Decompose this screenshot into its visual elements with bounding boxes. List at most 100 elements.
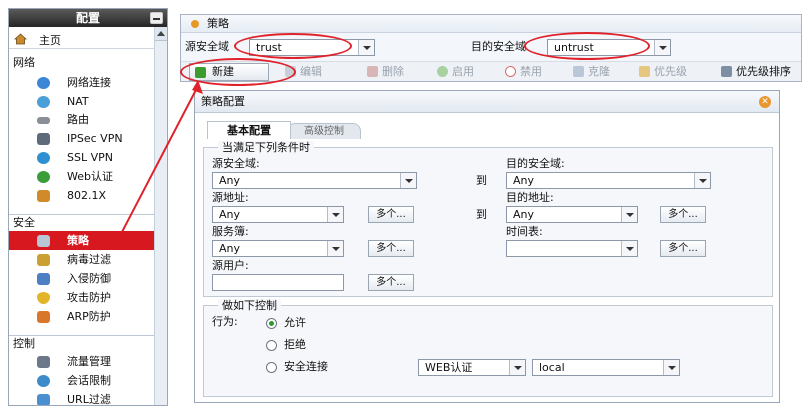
- arp-icon: [37, 311, 50, 323]
- dst-addr-label: 目的地址:: [506, 191, 554, 204]
- collapse-icon[interactable]: [150, 12, 163, 24]
- dst-zone-label: 目的安全域:: [506, 157, 565, 170]
- disable-button[interactable]: 禁用: [505, 64, 555, 80]
- globe-icon: [37, 77, 50, 89]
- chevron-down-icon[interactable]: [327, 207, 343, 222]
- session-icon: [37, 375, 50, 387]
- auth-server-select[interactable]: local: [532, 359, 680, 376]
- sidebar-item-label: 入侵防御: [67, 272, 111, 285]
- disable-icon: [505, 66, 516, 77]
- to-label: 到: [476, 174, 487, 187]
- sidebar-item-arp-defense[interactable]: ARP防护: [9, 307, 154, 326]
- conditions-group: 当满足下列条件时 源安全域: Any 到 目的安全域: Any 源地址: Any…: [203, 141, 773, 297]
- dot1x-icon: [37, 190, 50, 202]
- chevron-down-icon[interactable]: [654, 40, 670, 55]
- chevron-down-icon[interactable]: [621, 241, 637, 256]
- src-addr-select[interactable]: Any: [212, 206, 344, 223]
- schedule-label: 时间表:: [506, 225, 543, 238]
- dst-addr-more-button[interactable]: 多个...: [660, 206, 706, 223]
- sidebar-item-url-filter[interactable]: URL过滤: [9, 390, 154, 406]
- traffic-icon: [37, 356, 50, 368]
- section-network: 网络: [13, 56, 35, 69]
- vpn-icon: [37, 133, 50, 145]
- service-select[interactable]: Any: [212, 240, 344, 257]
- sidebar-item-session-limit[interactable]: 会话限制: [9, 371, 154, 390]
- panel-title: 策略: [181, 15, 801, 33]
- sidebar-item-label: NAT: [67, 95, 89, 108]
- src-user-more-button[interactable]: 多个...: [368, 274, 414, 291]
- src-addr-more-button[interactable]: 多个...: [368, 206, 414, 223]
- scroll-up-icon[interactable]: [155, 27, 167, 41]
- deny-label: 拒绝: [284, 338, 306, 351]
- sidebar-title: 配置: [9, 9, 167, 27]
- src-user-field[interactable]: [212, 274, 344, 291]
- chevron-down-icon[interactable]: [400, 173, 416, 188]
- sidebar-item-routing[interactable]: 路由: [9, 110, 154, 129]
- chevron-down-icon[interactable]: [358, 40, 374, 55]
- sidebar-item-label: 策略: [67, 234, 89, 247]
- src-zone-select[interactable]: Any: [212, 172, 417, 189]
- sidebar-item-policy[interactable]: 策略: [9, 231, 154, 250]
- sidebar-item-label: 网络连接: [67, 76, 111, 89]
- enable-button[interactable]: 启用: [437, 64, 487, 80]
- trash-icon: [367, 66, 378, 77]
- sidebar-item-label: 流量管理: [67, 355, 111, 368]
- sidebar-item-label: 路由: [67, 113, 89, 126]
- highlight-src-zone: [234, 33, 352, 59]
- sidebar-item-ipsec-vpn[interactable]: IPSec VPN: [9, 129, 154, 148]
- permit-radio[interactable]: [266, 318, 277, 329]
- sidebar-item-label: 主页: [39, 34, 61, 47]
- dialog-title: 策略配置: [195, 91, 779, 113]
- sidebar-item-label: Web认证: [67, 170, 113, 183]
- chevron-down-icon[interactable]: [663, 360, 679, 375]
- sidebar-item-web-auth[interactable]: Web认证: [9, 167, 154, 186]
- chevron-down-icon[interactable]: [621, 207, 637, 222]
- actions-legend: 做如下控制: [218, 299, 281, 312]
- chevron-down-icon[interactable]: [694, 173, 710, 188]
- to-label: 到: [476, 208, 487, 221]
- dot-icon: [191, 20, 199, 28]
- delete-button[interactable]: 删除: [367, 64, 417, 80]
- deny-radio[interactable]: [266, 340, 277, 351]
- priority-sort-button[interactable]: 优先级排序: [721, 64, 801, 80]
- sidebar-item-traffic[interactable]: 流量管理: [9, 352, 154, 371]
- dst-zone-select[interactable]: Any: [506, 172, 711, 189]
- sidebar-item-ssl-vpn[interactable]: SSL VPN: [9, 148, 154, 167]
- tab-basic[interactable]: 基本配置: [207, 121, 291, 139]
- service-more-button[interactable]: 多个...: [368, 240, 414, 257]
- src-zone-label: 源安全域:: [212, 157, 260, 170]
- tab-advanced[interactable]: 高级控制: [287, 123, 361, 139]
- sidebar-scrollbar[interactable]: [154, 27, 167, 405]
- src-addr-label: 源地址:: [212, 191, 249, 204]
- schedule-more-button[interactable]: 多个...: [660, 240, 706, 257]
- sidebar-item-nat[interactable]: NAT: [9, 92, 154, 111]
- dst-addr-select[interactable]: Any: [506, 206, 638, 223]
- ips-icon: [37, 273, 50, 285]
- ssl-vpn-icon: [37, 152, 50, 164]
- copy-button[interactable]: 克隆: [573, 64, 623, 80]
- close-icon[interactable]: ✕: [759, 96, 771, 108]
- url-filter-icon: [37, 394, 50, 405]
- chevron-down-icon[interactable]: [327, 241, 343, 256]
- shield-icon: [37, 292, 50, 304]
- actions-group: 做如下控制 行为: 允许 拒绝 安全连接 WEB认证 local: [203, 299, 773, 397]
- auth-type-select[interactable]: WEB认证: [418, 359, 526, 376]
- antivirus-icon: [37, 254, 50, 266]
- sidebar-item-network-connection[interactable]: 网络连接: [9, 73, 154, 92]
- permit-label: 允许: [284, 316, 306, 329]
- sidebar-item-label: URL过滤: [67, 393, 111, 406]
- sidebar-item-ips[interactable]: 入侵防御: [9, 269, 154, 288]
- schedule-select[interactable]: [506, 240, 638, 257]
- src-user-label: 源用户:: [212, 259, 249, 272]
- check-icon: [437, 66, 448, 77]
- sidebar-item-antivirus[interactable]: 病毒过滤: [9, 250, 154, 269]
- secure-connect-radio[interactable]: [266, 362, 277, 373]
- src-zone-label: 源安全域: [185, 40, 229, 53]
- chevron-down-icon[interactable]: [509, 360, 525, 375]
- sidebar-item-attack-defense[interactable]: 攻击防护: [9, 288, 154, 307]
- sidebar-item-8021x[interactable]: 802.1X: [9, 186, 154, 205]
- sidebar-item-home[interactable]: 主页: [9, 29, 154, 49]
- sidebar-item-label: 会话限制: [67, 374, 111, 387]
- dst-zone-label: 目的安全域: [471, 40, 526, 53]
- priority-button[interactable]: 优先级: [639, 64, 699, 80]
